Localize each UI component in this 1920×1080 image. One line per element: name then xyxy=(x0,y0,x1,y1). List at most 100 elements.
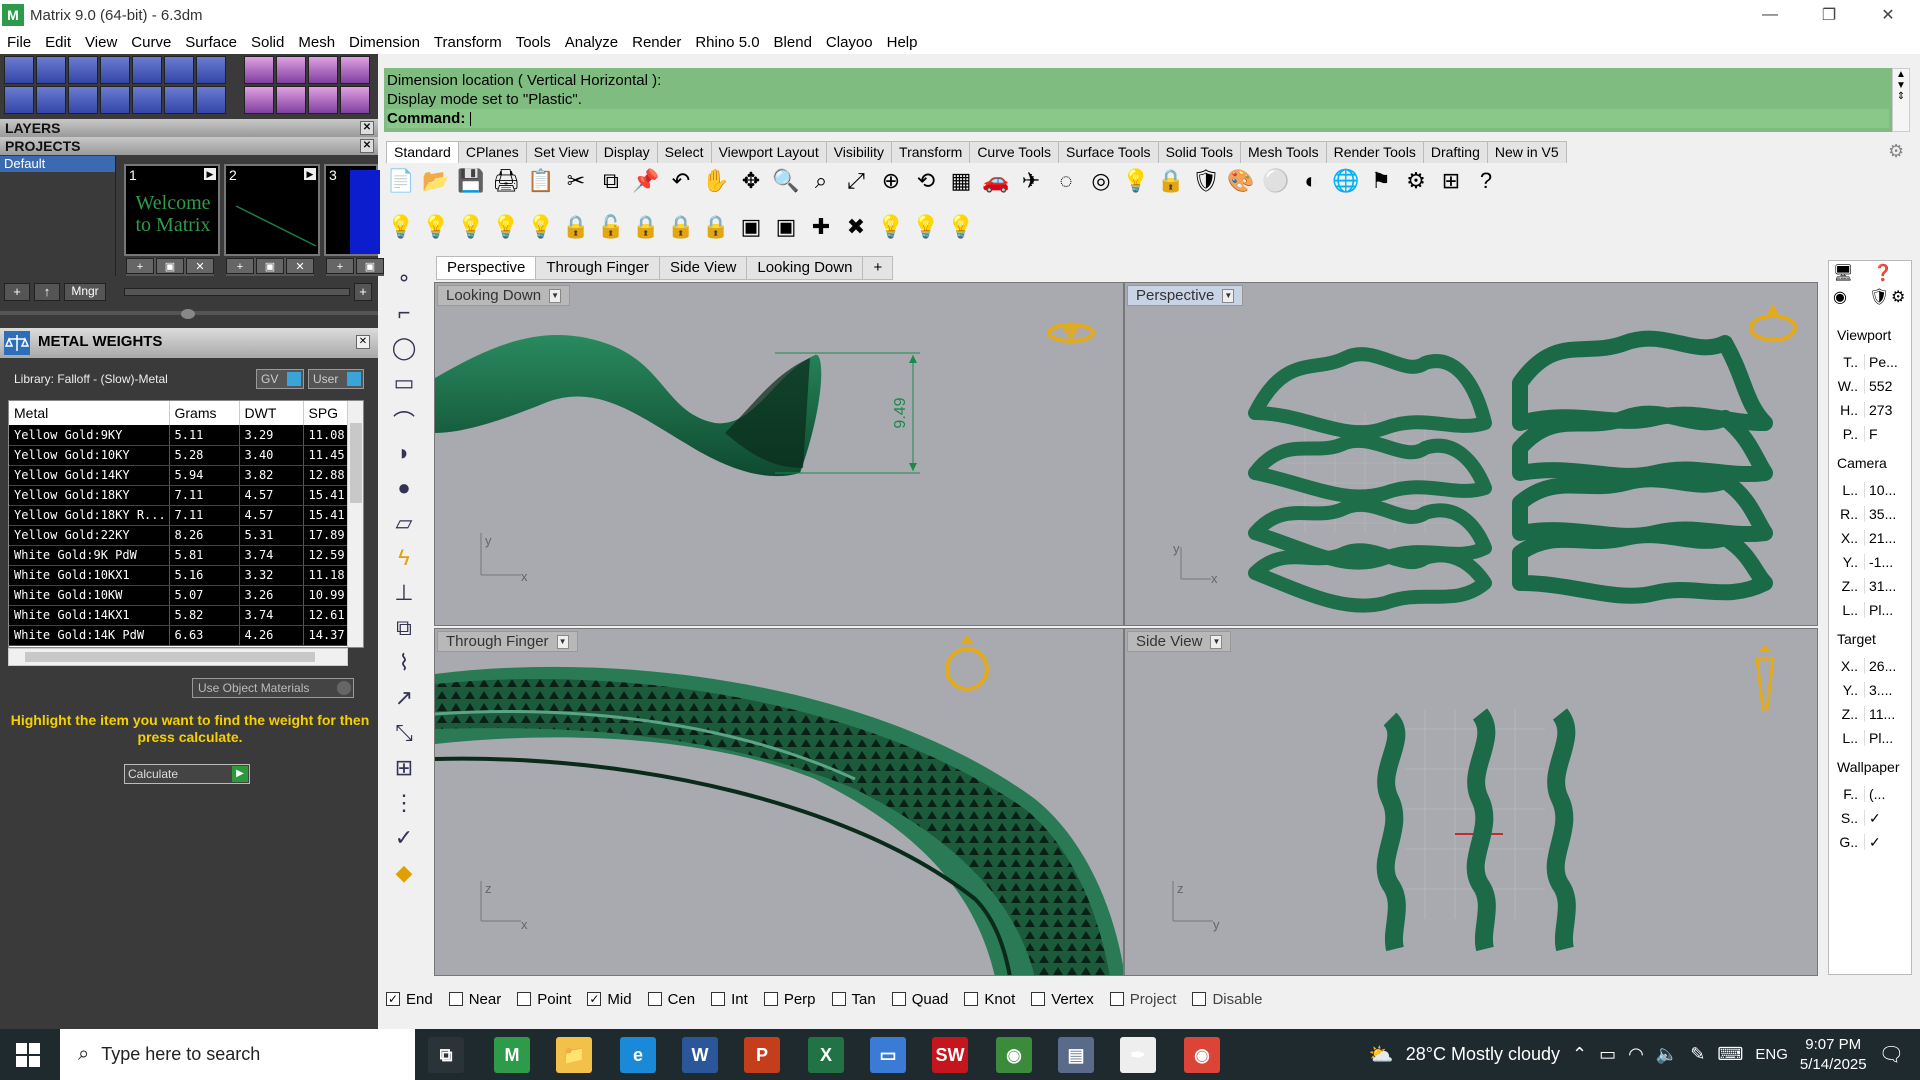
property-row[interactable]: Y.. -1... xyxy=(1837,551,1905,573)
osnap-project[interactable]: Project xyxy=(1109,991,1176,1008)
matrix-tool-icon[interactable] xyxy=(68,56,98,84)
property-value[interactable]: -1... xyxy=(1865,554,1905,570)
toolbar-tool-icon[interactable]: 💡 xyxy=(456,212,486,242)
checkbox[interactable] xyxy=(964,992,979,1006)
toolbar-tool-icon[interactable]: ✚ xyxy=(806,212,836,242)
command-scrollbar[interactable]: ▲ ▼ ⇕ xyxy=(1892,68,1910,132)
toolbar-tool-icon[interactable]: 🔒 xyxy=(631,212,661,242)
move-tool-icon[interactable]: ↗ xyxy=(389,685,419,715)
project-slider[interactable] xyxy=(124,288,350,296)
use-object-materials-toggle[interactable]: Use Object Materials xyxy=(192,678,354,698)
menu-analyze[interactable]: Analyze xyxy=(558,34,625,51)
notification-icon[interactable]: 🗨 xyxy=(1879,1042,1904,1067)
checkbox[interactable] xyxy=(647,992,662,1006)
toolbar-tool-icon[interactable]: 📂 xyxy=(421,166,451,196)
toolbar-tool-icon[interactable]: 🔒 xyxy=(1156,166,1186,196)
viewport-perspective[interactable]: Perspective ▼ y x xyxy=(1124,282,1818,626)
transform-tool-icon[interactable]: ⤡ xyxy=(389,720,419,750)
property-row[interactable]: W.. 552 xyxy=(1837,375,1905,397)
table-row[interactable]: Yellow Gold:10KY 5.28 3.40 11.45 xyxy=(9,445,359,466)
menu-transform[interactable]: Transform xyxy=(427,34,509,51)
toolbar-tool-icon[interactable]: 💡 xyxy=(421,212,451,242)
property-row[interactable]: X.. 26... xyxy=(1837,655,1905,677)
osnap-end[interactable]: ✓ End xyxy=(386,991,433,1008)
chrome2-icon[interactable]: ◉ xyxy=(1184,1037,1220,1073)
gear-icon[interactable]: ⚙ xyxy=(1891,287,1905,307)
toolbar-tool-icon[interactable]: 💡 xyxy=(1121,166,1151,196)
toolbar-tool-icon[interactable]: 💾 xyxy=(456,166,486,196)
osnap-mid[interactable]: ✓ Mid xyxy=(587,991,632,1008)
property-value[interactable]: 10... xyxy=(1865,482,1905,498)
word-icon[interactable]: W xyxy=(682,1037,718,1073)
menu-file[interactable]: File xyxy=(0,34,38,51)
surface-tool-icon[interactable]: ◗ xyxy=(389,440,419,470)
wifi-icon[interactable]: ◠ xyxy=(1628,1044,1644,1065)
tab-curve-tools[interactable]: Curve Tools xyxy=(969,141,1059,163)
toolbar-tool-icon[interactable]: 🔒 xyxy=(666,212,696,242)
property-row[interactable]: Z.. 11... xyxy=(1837,703,1905,725)
color-wheel-icon[interactable]: ◉ xyxy=(1833,287,1847,307)
menu-render[interactable]: Render xyxy=(625,34,688,51)
material-icon[interactable]: 🛡 xyxy=(1869,287,1889,307)
menu-clayoo[interactable]: Clayoo xyxy=(819,34,880,51)
checkbox[interactable] xyxy=(448,992,463,1006)
matrix-tool-icon[interactable] xyxy=(132,86,162,114)
matrix-tool-icon[interactable] xyxy=(132,56,162,84)
powerpoint-icon[interactable]: P xyxy=(744,1037,780,1073)
windows-start-icon[interactable] xyxy=(16,1043,40,1067)
taskbar-search[interactable]: ⌕ Type here to search xyxy=(60,1029,415,1080)
add-icon[interactable]: + xyxy=(326,258,354,274)
tab-select[interactable]: Select xyxy=(656,141,712,163)
toolbar-tool-icon[interactable]: 🔒 xyxy=(561,212,591,242)
property-value[interactable]: 11... xyxy=(1865,706,1905,722)
toolbar-tool-icon[interactable]: ◌ xyxy=(1051,166,1081,196)
matrix-tool-icon[interactable] xyxy=(36,56,66,84)
toolbar-tool-icon[interactable]: ◐ xyxy=(1296,166,1326,196)
tab-render-tools[interactable]: Render Tools xyxy=(1325,141,1424,163)
matrix-tool-icon[interactable] xyxy=(68,86,98,114)
toolbar-tool-icon[interactable]: 🖨 xyxy=(491,166,521,196)
restore-button[interactable]: ❐ xyxy=(1801,0,1857,30)
menu-dimension[interactable]: Dimension xyxy=(342,34,427,51)
lightning-tool-icon[interactable]: ϟ xyxy=(389,545,419,575)
toolbar-tool-icon[interactable]: ⤢ xyxy=(841,166,871,196)
matrix-tool-icon[interactable] xyxy=(276,86,306,114)
matrix-tool-icon[interactable] xyxy=(196,56,226,84)
table-row[interactable]: Yellow Gold:9KY 5.11 3.29 11.08 xyxy=(9,425,359,446)
menu-surface[interactable]: Surface xyxy=(178,34,244,51)
app-blue-icon[interactable]: ▭ xyxy=(870,1037,906,1073)
table-row[interactable]: White Gold:10KW 5.07 3.26 10.99 xyxy=(9,585,359,606)
matrix-tool-icon[interactable] xyxy=(100,86,130,114)
menu-blend[interactable]: Blend xyxy=(767,34,819,51)
matrix-tool-icon[interactable] xyxy=(308,56,338,84)
fillet-tool-icon[interactable]: ⌇ xyxy=(389,650,419,680)
add-icon[interactable]: + xyxy=(126,258,154,274)
chevron-up-icon[interactable]: ⌃ xyxy=(1572,1044,1587,1065)
toolbar-tool-icon[interactable]: ▣ xyxy=(771,212,801,242)
checkbox[interactable] xyxy=(831,992,846,1006)
toolbar-tool-icon[interactable]: 💡 xyxy=(946,212,976,242)
project-item-default[interactable]: Default xyxy=(0,156,115,172)
viewport-thumb-1[interactable]: 1 ▶ Welcome to Matrix xyxy=(124,164,220,256)
toolbar-tool-icon[interactable]: ✥ xyxy=(736,166,766,196)
toolbar-tool-icon[interactable]: ✂ xyxy=(561,166,591,196)
toolbar-tool-icon[interactable]: 💡 xyxy=(526,212,556,242)
toolbar-tool-icon[interactable]: 🌐 xyxy=(1331,166,1361,196)
help-icon[interactable]: ❓ xyxy=(1873,263,1893,283)
tab-side-view[interactable]: Side View xyxy=(658,256,748,280)
property-row[interactable]: X.. 21... xyxy=(1837,527,1905,549)
table-row[interactable]: Yellow Gold:18KY 7.11 4.57 15.41 xyxy=(9,485,359,506)
osnap-knot[interactable]: Knot xyxy=(964,991,1015,1008)
scroll-thumb[interactable] xyxy=(25,652,315,662)
tab-visibility[interactable]: Visibility xyxy=(825,141,893,163)
property-value[interactable]: 21... xyxy=(1865,530,1905,546)
toolbar-tool-icon[interactable]: 🎨 xyxy=(1226,166,1256,196)
language-indicator[interactable]: ENG xyxy=(1755,1046,1788,1063)
close-icon[interactable]: ✕ xyxy=(360,121,374,135)
tab-cplanes[interactable]: CPlanes xyxy=(457,141,527,163)
table-row[interactable]: Yellow Gold:22KY 8.26 5.31 17.89 xyxy=(9,525,359,546)
curve-tool-icon[interactable]: ⌒ xyxy=(389,405,419,435)
close-icon[interactable]: ✕ xyxy=(356,335,370,349)
matrix-tool-icon[interactable] xyxy=(4,86,34,114)
toolbar-tool-icon[interactable]: ⌕ xyxy=(806,166,836,196)
